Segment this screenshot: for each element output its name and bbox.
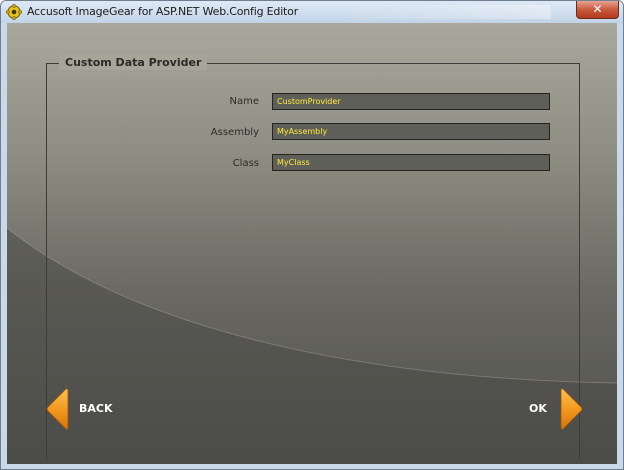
ok-label: OK	[529, 402, 547, 415]
class-label: Class	[232, 158, 259, 169]
arrow-right-icon	[560, 388, 583, 430]
back-label: BACK	[79, 402, 113, 415]
arrow-left-icon	[46, 388, 69, 430]
client-area: Custom Data Provider Name Assembly Class…	[7, 23, 617, 464]
name-label: Name	[229, 96, 259, 107]
ok-button[interactable]: OK	[525, 388, 585, 430]
title-bar[interactable]: Accusoft ImageGear for ASP.NET Web.Confi…	[1, 1, 623, 23]
assembly-label: Assembly	[210, 127, 259, 138]
gear-icon	[6, 4, 22, 20]
class-field[interactable]	[272, 154, 550, 171]
close-button[interactable]: ✕	[576, 1, 619, 19]
assembly-field[interactable]	[272, 123, 550, 140]
editor-window: Accusoft ImageGear for ASP.NET Web.Confi…	[0, 0, 624, 470]
window-title: Accusoft ImageGear for ASP.NET Web.Confi…	[27, 5, 299, 18]
name-field[interactable]	[272, 93, 550, 110]
back-button[interactable]: BACK	[44, 388, 124, 430]
group-title: Custom Data Provider	[59, 55, 208, 70]
title-bar-ghost	[341, 5, 551, 19]
